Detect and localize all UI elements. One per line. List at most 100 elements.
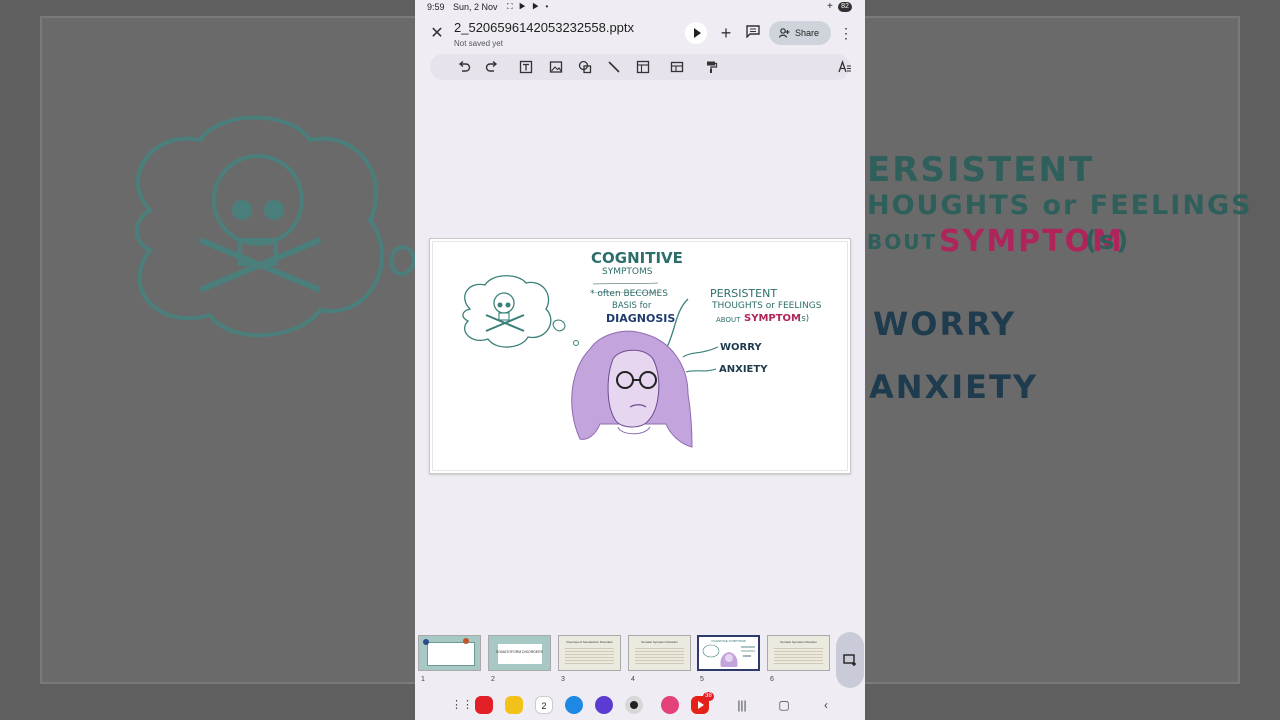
redo-icon [485, 60, 498, 72]
save-status: Not saved yet [454, 39, 503, 48]
thumbnail-number-2: 2 [491, 676, 495, 683]
youtube-app-icon[interactable]: 38 [691, 692, 714, 714]
app-drawer-icon[interactable]: ⋮⋮⋮ [451, 698, 484, 712]
undo-icon [458, 60, 471, 72]
new-slide-icon [843, 654, 856, 666]
slide-thumbnail-strip: 1 SOMATOFORM DISORDERS 2 Overview of Som… [415, 632, 865, 690]
redo-button[interactable] [482, 57, 502, 77]
image-icon [549, 61, 563, 73]
slide-thumbnail-1[interactable] [418, 635, 481, 671]
add-button[interactable]: + [717, 22, 735, 44]
thumbnail-6-lines [774, 648, 823, 665]
present-button[interactable] [685, 22, 707, 44]
table-icon [636, 60, 650, 74]
thumbnail-6-title: Somatic Symptom Disorder [780, 640, 817, 644]
share-label: Share [795, 28, 820, 38]
slide-heading-cognitive: COGNITIVE [591, 249, 683, 267]
youtube-badge: 38 [703, 692, 714, 701]
slide-worry: WORRY [720, 342, 762, 353]
slide-thumbnail-6[interactable]: Somatic Symptom Disorder [767, 635, 830, 671]
layout-icon [670, 61, 684, 73]
logo-icon [423, 639, 429, 645]
thumbnail-number-3: 3 [561, 676, 565, 683]
undo-button[interactable] [454, 57, 474, 77]
background-skull-cloud-illustration [134, 115, 415, 337]
thumbnail-2-card [498, 644, 542, 664]
new-slide-button[interactable] [836, 632, 864, 688]
close-button[interactable]: ✕ [429, 24, 445, 44]
thought-cloud-shape [462, 275, 552, 348]
insert-shape-button[interactable] [575, 57, 595, 77]
slide-note-often-becomes: * often BECOMES [590, 289, 668, 299]
slide-thumbnail-2[interactable]: SOMATOFORM DISORDERS [488, 635, 551, 671]
calendar-day: 2 [541, 701, 547, 711]
status-notification-icons: ⛶ ▶ ▶ • [507, 2, 551, 11]
comment-icon[interactable] [746, 25, 760, 38]
background-right-panel [865, 16, 1240, 684]
slide-thumbnail-3[interactable]: Overview of Somatoform Disorders [558, 635, 621, 671]
status-bar: 9:59 Sun, 2 Nov ⛶ ▶ ▶ • + 82 [415, 0, 865, 16]
status-date: Sun, 2 Nov [453, 2, 498, 12]
slide-symptom-highlight: SYMPTOM [744, 313, 801, 324]
share-button[interactable]: Share [769, 21, 831, 45]
slide-note-diagnosis: DIAGNOSIS [606, 312, 676, 325]
gallery-app-icon[interactable] [661, 696, 679, 714]
thumbnail-5-illustration [702, 644, 755, 667]
thumbnail-3-title: Overview of Somatoform Disorders [566, 640, 613, 644]
thumbnail-4-lines [635, 648, 684, 665]
text-format-button[interactable] [835, 57, 855, 77]
slide-thumbnail-4[interactable]: Somatic Symptom Disorder [628, 635, 691, 671]
line-icon [608, 61, 620, 73]
android-taskbar: ⋮⋮⋮ 2 38 ||| ▢ ‹ [415, 692, 865, 720]
background-text-line3-prefix: BOUT [867, 230, 938, 254]
shapes-icon [578, 60, 592, 74]
thumbnail-number-6: 6 [770, 676, 774, 683]
slide-about: ABOUT [716, 316, 741, 324]
back-button[interactable]: ‹ [819, 698, 833, 712]
background-text-line3-suffix: (s) [1085, 226, 1131, 256]
background-text-line2: HOUGHTS or FEELINGS [867, 190, 1253, 221]
document-filename: 2_5206596142053232558.pptx [454, 20, 635, 35]
dock-app-folder-icon[interactable] [505, 696, 523, 714]
layout-button[interactable] [667, 57, 687, 77]
emblem-icon [463, 638, 469, 644]
more-vertical-icon: ⋮ [839, 25, 853, 41]
insert-line-button[interactable] [604, 57, 624, 77]
add-person-icon [779, 28, 790, 38]
document-header: ✕ 2_5206596142053232558.pptx Not saved y… [415, 16, 865, 56]
background-right-zoomed-slide: ERSISTENT HOUGHTS or FEELINGS BOUT SYMPT… [865, 0, 1280, 720]
battery-indicator: 82 [838, 2, 852, 12]
insert-image-button[interactable] [546, 57, 566, 77]
camera-app-icon[interactable] [625, 696, 643, 714]
browser-app-icon[interactable] [595, 696, 613, 714]
insert-text-box-button[interactable] [516, 57, 536, 77]
paint-format-icon [707, 61, 718, 73]
close-icon: ✕ [430, 25, 444, 42]
dock-app-red-icon[interactable] [475, 696, 493, 714]
slide-thumbnail-5[interactable]: COGNITIVE SYMPTOMS [697, 635, 760, 671]
thumbnail-number-1: 1 [421, 676, 425, 683]
phone-screen: 9:59 Sun, 2 Nov ⛶ ▶ ▶ • + 82 ✕ 2_5206596… [415, 0, 865, 720]
thumbnail-number-4: 4 [631, 676, 635, 683]
calendar-app-icon[interactable]: 2 [535, 696, 553, 714]
thumbnail-1-card [427, 642, 475, 666]
paint-format-button[interactable] [701, 57, 721, 77]
insert-table-button[interactable] [633, 57, 653, 77]
slide-note-basis-for: BASIS for [612, 301, 652, 311]
plus-icon: + [720, 23, 732, 43]
screen: ERSISTENT HOUGHTS or FEELINGS BOUT SYMPT… [0, 0, 1280, 720]
thumbnail-3-lines [565, 648, 614, 665]
play-icon [694, 28, 701, 38]
status-time: 9:59 [427, 2, 445, 12]
slide-persistent: PERSISTENT [710, 287, 778, 300]
slide-canvas[interactable]: COGNITIVE SYMPTOMS * often BECOMES BASIS… [429, 238, 851, 474]
home-button[interactable]: ▢ [777, 698, 791, 712]
youtube-play-icon [698, 701, 704, 709]
back-icon: ‹ [824, 698, 828, 712]
editing-toolbar [430, 54, 851, 80]
messages-app-icon[interactable] [565, 696, 583, 714]
slide-anxiety: ANXIETY [719, 364, 768, 375]
recent-apps-button[interactable]: ||| [735, 698, 749, 712]
thumbnail-2-title: SOMATOFORM DISORDERS [496, 650, 543, 654]
more-options-button[interactable]: ⋮ [839, 24, 853, 42]
